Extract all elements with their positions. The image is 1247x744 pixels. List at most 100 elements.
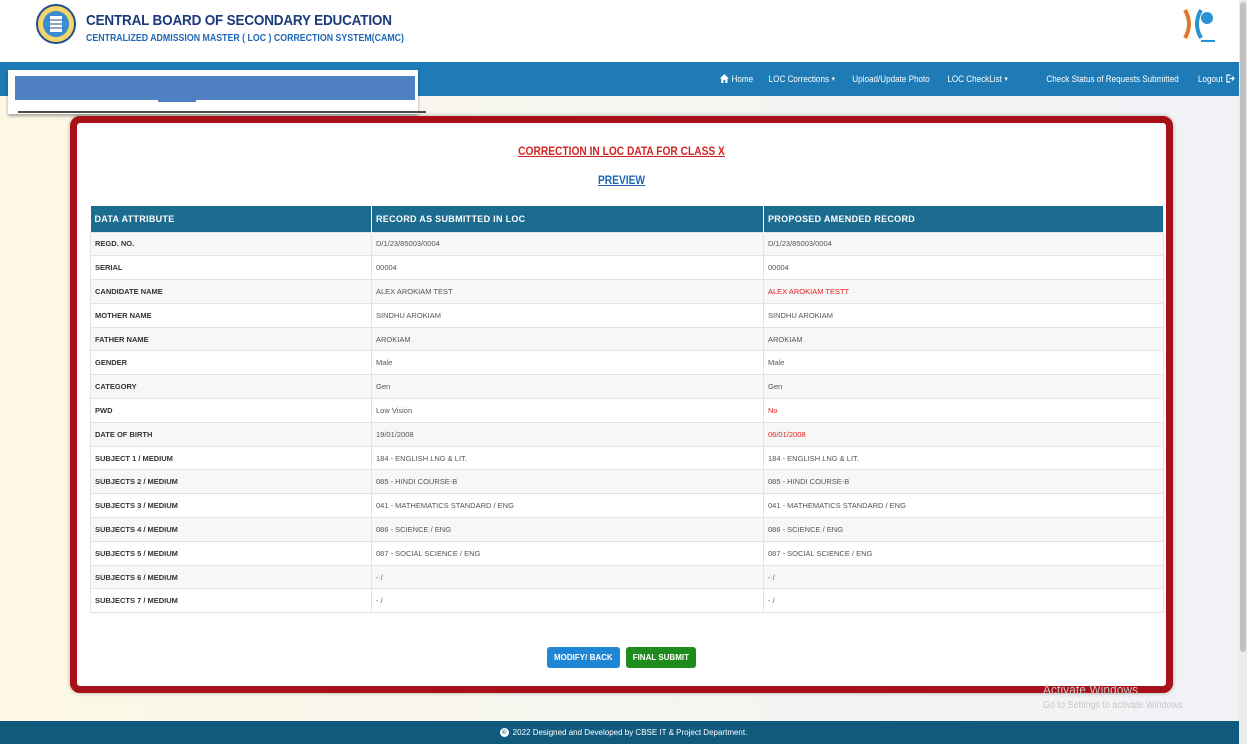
cell-attribute: SUBJECTS 6 / MEDIUM xyxy=(90,564,372,590)
cell-proposed-value: 184 - ENGLISH LNG & LIT. xyxy=(763,445,1164,471)
cell-proposed-value: Gen xyxy=(763,374,1164,400)
cell-submitted-value: - / xyxy=(371,588,764,614)
cell-attribute: CANDIDATE NAME xyxy=(90,279,372,304)
cell-proposed-value: - / xyxy=(763,588,1164,614)
table-header-row: DATA ATTRIBUTE RECORD AS SUBMITTED IN LO… xyxy=(90,206,1164,232)
table-row: SUBJECT 1 / MEDIUM 184 - ENGLISH LNG & LI… xyxy=(90,445,1164,471)
cell-submitted-value: 087 - SOCIAL SCIENCE / ENG xyxy=(371,540,764,566)
nav-upload-photo-label: Upload/Update Photo xyxy=(852,74,931,84)
cell-submitted-value: ALEX AROKIAM TEST xyxy=(371,279,764,304)
brand-title: CENTRAL BOARD OF SECONDARY EDUCATION xyxy=(86,12,392,29)
nav-check-status-label: Check Status of Requests Submitted xyxy=(1046,74,1180,84)
cell-proposed-value: 00004 xyxy=(763,255,1164,281)
cell-submitted-value: 086 - SCIENCE / ENG xyxy=(371,517,764,542)
table-row: CATEGORY Gen Gen xyxy=(90,374,1164,400)
loc-comparison-table: DATA ATTRIBUTE RECORD AS SUBMITTED IN LO… xyxy=(90,206,1164,614)
nav-upload-photo[interactable]: Upload/Update Photo xyxy=(853,74,930,84)
cell-proposed-value: AROKIAM xyxy=(763,326,1164,352)
table-row: DATE OF BIRTH 19/01/2008 06/01/2008 xyxy=(90,421,1164,447)
cell-attribute: PWD xyxy=(90,398,372,423)
cell-submitted-value: 184 - ENGLISH LNG & LIT. xyxy=(371,445,764,471)
cell-attribute: SUBJECTS 7 / MEDIUM xyxy=(90,588,372,614)
caret-down-icon: ▾ xyxy=(831,76,835,83)
table-row: MOTHER NAME SINDHU AROKIAM SINDHU AROKIAM xyxy=(90,302,1164,328)
table-row: SUBJECTS 3 / MEDIUM 041 - MATHEMATICS STA… xyxy=(90,493,1164,519)
nav-loc-corrections[interactable]: LOC Corrections ▾ xyxy=(768,74,834,84)
nav-logout-label: Logout xyxy=(1198,74,1224,84)
final-submit-button[interactable]: FINAL SUBMIT xyxy=(625,647,696,668)
table-row: SUBJECTS 7 / MEDIUM - / - / xyxy=(90,588,1164,614)
cell-submitted-value: 00004 xyxy=(371,255,764,281)
table-row: SUBJECTS 6 / MEDIUM - / - / xyxy=(90,564,1164,590)
column-header: RECORD AS SUBMITTED IN LOC xyxy=(371,206,764,232)
nav-loc-checklist[interactable]: LOC CheckList ▾ xyxy=(948,74,1008,84)
cell-submitted-value: Gen xyxy=(371,374,764,400)
logout-icon xyxy=(1226,73,1235,85)
cell-submitted-value: Low Vision xyxy=(371,398,764,423)
cell-attribute: FATHER NAME xyxy=(90,326,372,352)
cell-proposed-value: 041 - MATHEMATICS STANDARD / ENG xyxy=(763,493,1164,519)
table-row: SUBJECTS 2 / MEDIUM 085 - HINDI COURSE-B 0… xyxy=(90,469,1164,495)
page-header: CENTRAL BOARD OF SECONDARY EDUCATION CEN… xyxy=(0,0,1247,62)
cell-proposed-value: Male xyxy=(763,350,1164,376)
user-info-box xyxy=(8,70,426,114)
table-row: SUBJECTS 4 / MEDIUM 086 - SCIENCE / ENG 08… xyxy=(90,517,1164,542)
column-header: PROPOSED AMENDED RECORD xyxy=(763,206,1164,232)
cell-attribute: CATEGORY xyxy=(90,374,372,400)
cell-proposed-value: 06/01/2008 xyxy=(763,421,1164,447)
cell-attribute: DATE OF BIRTH xyxy=(90,421,372,447)
cell-submitted-value: D/1/23/85003/0004 xyxy=(371,231,764,257)
nav-home[interactable]: Home xyxy=(719,73,753,85)
modify-back-button[interactable]: MODIFY/ BACK xyxy=(547,647,620,668)
cell-attribute: REGD. NO. xyxy=(90,231,372,257)
footer-text: 2022 Designed and Developed by CBSE IT &… xyxy=(512,728,748,737)
digital-cbse-logo xyxy=(1183,9,1215,42)
table-row: SUBJECTS 5 / MEDIUM 087 - SOCIAL SCIENCE … xyxy=(90,540,1164,566)
cell-attribute: GENDER xyxy=(90,350,372,376)
cell-submitted-value: 19/01/2008 xyxy=(371,421,764,447)
user-info-underline xyxy=(158,100,196,102)
cell-proposed-value: 087 - SOCIAL SCIENCE / ENG xyxy=(763,540,1164,566)
nav-check-status[interactable]: Check Status of Requests Submitted xyxy=(1047,74,1179,84)
cell-attribute: SUBJECT 1 / MEDIUM xyxy=(90,445,372,471)
cell-submitted-value: SINDHU AROKIAM xyxy=(371,302,764,328)
cell-proposed-value: No xyxy=(763,398,1164,423)
cell-proposed-value: ALEX AROKIAM TESTT xyxy=(763,279,1164,304)
caret-down-icon: ▾ xyxy=(1004,76,1009,83)
cell-proposed-value: 085 - HINDI COURSE-B xyxy=(763,469,1164,495)
preview-link[interactable]: PREVIEW xyxy=(159,173,1085,187)
activate-windows-title: Activate Windows xyxy=(1043,682,1139,697)
cell-proposed-value: SINDHU AROKIAM xyxy=(763,302,1164,328)
action-buttons: MODIFY/ BACK FINAL SUBMIT xyxy=(77,647,1166,668)
table-row: REGD. NO. D/1/23/85003/0004 D/1/23/85003/0… xyxy=(90,231,1164,257)
cbse-logo xyxy=(36,4,76,44)
cell-attribute: SUBJECTS 3 / MEDIUM xyxy=(90,493,372,519)
cell-attribute: SERIAL xyxy=(90,255,372,281)
nav-loc-checklist-label: LOC CheckList xyxy=(947,74,1003,84)
table-row: FATHER NAME AROKIAM AROKIAM xyxy=(90,326,1164,352)
preview-card: CORRECTION IN LOC DATA FOR CLASS X PREVI… xyxy=(70,116,1173,693)
home-icon xyxy=(719,73,729,85)
cell-submitted-value: AROKIAM xyxy=(371,326,764,352)
scrollbar-thumb[interactable] xyxy=(1240,2,1246,652)
activate-windows-hint: Go to Settings to activate Windows. xyxy=(1043,700,1186,711)
user-info-bar xyxy=(15,76,415,100)
cell-attribute: SUBJECTS 2 / MEDIUM xyxy=(90,469,372,495)
cell-attribute: SUBJECTS 4 / MEDIUM xyxy=(90,517,372,542)
cell-proposed-value: 086 - SCIENCE / ENG xyxy=(763,517,1164,542)
user-info-divider xyxy=(18,111,426,113)
cell-submitted-value: - / xyxy=(371,564,764,590)
nav-home-label: Home xyxy=(731,74,753,84)
nav-logout[interactable]: Logout xyxy=(1198,73,1235,85)
nav-loc-corrections-label: LOC Corrections xyxy=(768,74,829,84)
table-row: SERIAL 00004 00004 xyxy=(90,255,1164,281)
page-footer: © 2022 Designed and Developed by CBSE IT… xyxy=(0,721,1247,744)
cell-submitted-value: 041 - MATHEMATICS STANDARD / ENG xyxy=(371,493,764,519)
cell-attribute: MOTHER NAME xyxy=(90,302,372,328)
page-scrollbar[interactable] xyxy=(1239,0,1247,744)
table-row: PWD Low Vision No xyxy=(90,398,1164,423)
cell-submitted-value: 085 - HINDI COURSE-B xyxy=(371,469,764,495)
brand-subtitle: CENTRALIZED ADMISSION MASTER ( LOC ) COR… xyxy=(86,33,404,44)
cell-proposed-value: - / xyxy=(763,564,1164,590)
cell-proposed-value: D/1/23/85003/0004 xyxy=(763,231,1164,257)
